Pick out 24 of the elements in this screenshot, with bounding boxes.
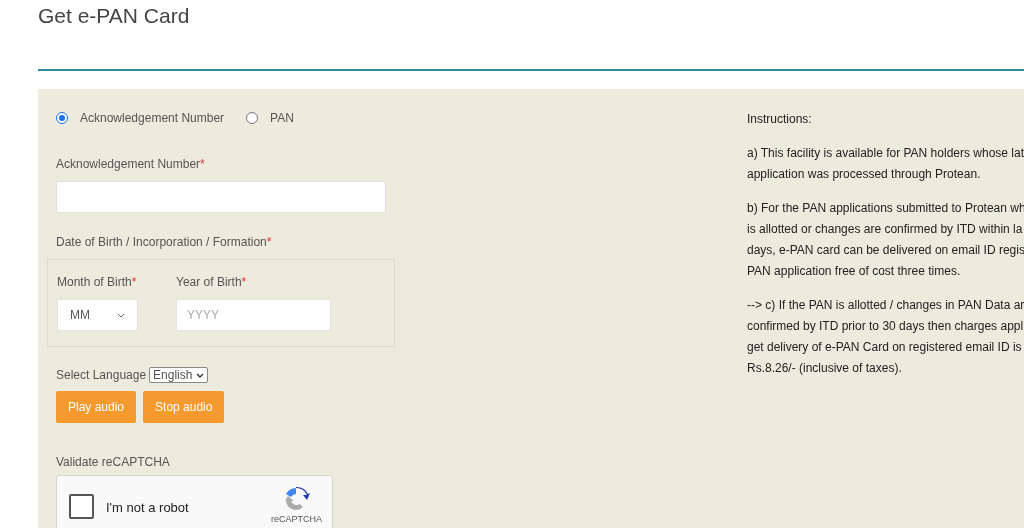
radio-button[interactable] (56, 112, 68, 124)
page-title: Get e-PAN Card (38, 3, 190, 28)
radio-label: Acknowledgement Number (80, 110, 225, 127)
field-label: Validate reCAPTCHA (56, 454, 170, 471)
chevron-down-icon (196, 372, 205, 378)
checkbox-label: I'm not a robot (106, 499, 189, 517)
radio-label: PAN (270, 110, 294, 127)
year-field[interactable]: YYYY (176, 299, 331, 331)
recaptcha-brand: reCAPTCHA (271, 514, 322, 524)
field-label: Month of Birth* (57, 274, 137, 291)
chevron-down-icon (117, 312, 125, 318)
field-label: Acknowledgement Number* (56, 156, 205, 173)
field-label: Date of Birth / Incorporation / Formation* (56, 234, 272, 251)
acknowledgement-number-field[interactable] (56, 181, 386, 213)
instruction-paragraph: b) For the PAN applications submitted to Protean wh is allotted or changes are confirmed by ITD within la days, e-PAN card can be delivered on email ID regis PAN application free of cost three times. (747, 200, 1024, 280)
field-label: Year of Birth* (176, 274, 247, 291)
checkbox[interactable] (69, 494, 94, 519)
instructions-heading: Instructions: (747, 111, 812, 128)
language-select[interactable]: English (149, 367, 209, 383)
instruction-paragraph: a) This facility is available for PAN holders whose lat application was processed through Protean. (747, 145, 1024, 183)
month-select[interactable]: MM (57, 299, 138, 331)
radio-button[interactable] (246, 112, 259, 124)
instruction-paragraph: --> c) If the PAN is allotted / changes in PAN Data ar confirmed by ITD prior to 30 days then charges appl get delivery of e-PAN Card on registered email ID is Rs.8.26/- (inclusive of taxes). (747, 297, 1024, 377)
field-label: Select Language (56, 367, 147, 384)
